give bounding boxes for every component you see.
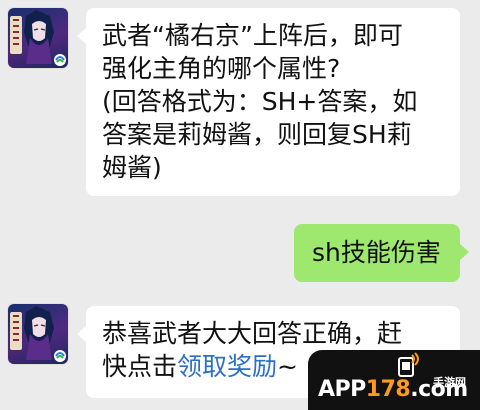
- watermark-sub: 手游网: [433, 376, 466, 389]
- claim-reward-link[interactable]: 领取奖励: [177, 352, 277, 381]
- watermark-prefix: APP: [318, 377, 366, 402]
- message-text: 快点击: [102, 352, 178, 381]
- message-line: sh技能伤害: [312, 238, 441, 267]
- brand-logo-icon: [398, 352, 419, 377]
- message-line: 恭喜武者大大回答正确，赶: [102, 319, 403, 348]
- game-avatar-icon[interactable]: [8, 8, 68, 68]
- message-line: (回答格式为：SH+答案，如: [102, 87, 418, 116]
- message-line: 强化主角的哪个属性?: [102, 54, 341, 83]
- message-line: 答案是莉姆酱，则回复SH莉: [102, 120, 412, 149]
- outgoing-message-bubble[interactable]: sh技能伤害: [294, 224, 469, 282]
- message-line: 武者“橘右京”上阵后，即可: [102, 21, 403, 50]
- message-text: ~: [277, 352, 298, 381]
- watermark-accent: 178: [365, 377, 411, 402]
- app178-watermark: APP178.com 手游网: [308, 350, 480, 410]
- game-avatar-icon[interactable]: [8, 304, 68, 364]
- incoming-message-bubble[interactable]: 武者“橘右京”上阵后，即可 强化主角的哪个属性? (回答格式为：SH+答案，如 …: [77, 8, 460, 196]
- message-line: 姆酱): [102, 153, 162, 182]
